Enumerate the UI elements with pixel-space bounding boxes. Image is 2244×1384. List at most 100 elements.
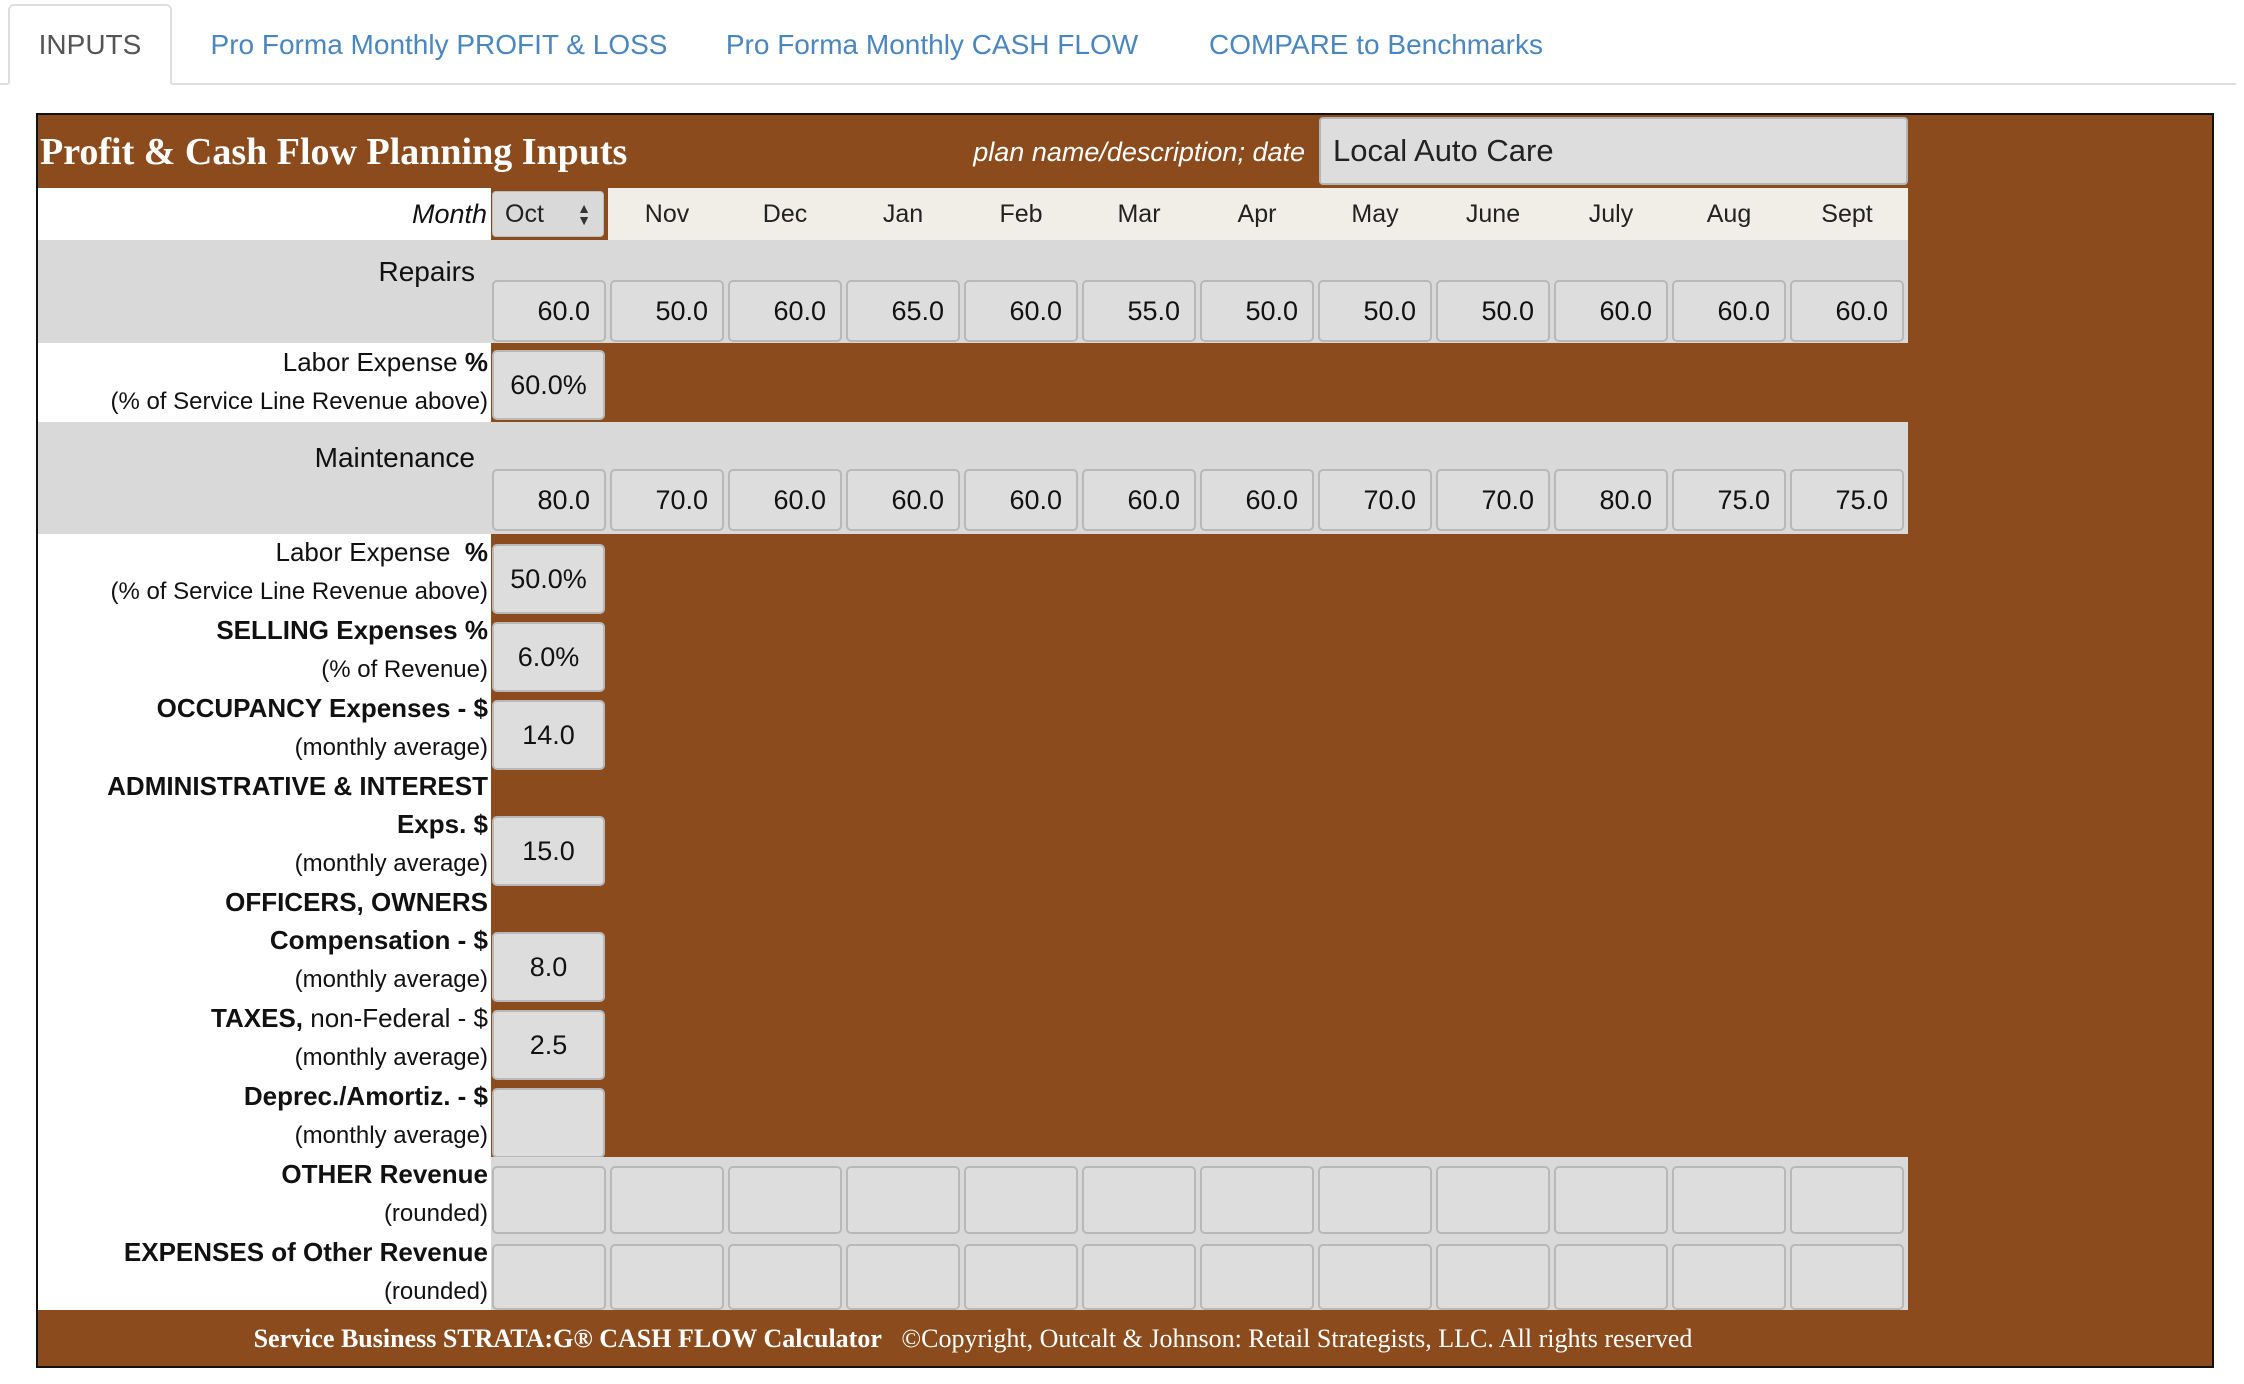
repairs-month-input-6[interactable]: 55.0 [1082, 280, 1196, 342]
month-label: Month [411, 198, 487, 229]
deprec-label: Deprec./Amortiz. - $ [243, 1081, 488, 1111]
other-expenses-month-input-6[interactable] [1082, 1244, 1196, 1310]
plan-name-input[interactable]: Local Auto Care [1319, 117, 1908, 185]
maintenance-month-input-11[interactable]: 75.0 [1672, 469, 1786, 531]
maintenance-month-input-3[interactable]: 60.0 [728, 469, 842, 531]
other-revenue-month-input-8[interactable] [1318, 1166, 1432, 1234]
month-header-2: Dec [762, 199, 808, 228]
footer-product-name: Service Business STRATA:G® CASH FLOW Cal… [253, 1324, 882, 1353]
repairs-month-input-2[interactable]: 50.0 [610, 280, 724, 342]
maintenance-month-input-6[interactable]: 60.0 [1082, 469, 1196, 531]
month-header-3: Jan [882, 199, 924, 228]
other-revenue-label: OTHER Revenue [281, 1159, 488, 1189]
maintenance-month-input-10[interactable]: 80.0 [1554, 469, 1668, 531]
other-expenses-label: EXPENSES of Other Revenue [123, 1237, 488, 1267]
page-title: Profit & Cash Flow Planning Inputs [40, 131, 628, 173]
selling-label: SELLING Expenses % [216, 615, 488, 645]
repairs-month-input-8[interactable]: 50.0 [1318, 280, 1432, 342]
maintenance-labor-label: Labor Expense % [275, 537, 488, 567]
other-expenses-month-input-4[interactable] [846, 1244, 960, 1310]
officers-input[interactable]: 8.0 [492, 932, 605, 1002]
taxes-sublabel: (monthly average) [294, 1044, 488, 1071]
selling-sublabel: (% of Revenue) [321, 656, 488, 683]
other-revenue-sublabel: (rounded) [383, 1200, 488, 1227]
start-month-value: Oct [505, 199, 544, 228]
other-revenue-month-input-2[interactable] [610, 1166, 724, 1234]
repairs-labor-label: Labor Expense % [282, 347, 488, 377]
admin-sublabel: (monthly average) [294, 850, 488, 877]
footer-copyright-text: ©Copyright, Outcalt & Johnson: Retail St… [901, 1324, 1693, 1353]
tab-compare-benchmarks[interactable]: COMPARE to Benchmarks [1188, 4, 1564, 85]
tab-inputs[interactable]: INPUTS [8, 4, 172, 85]
maintenance-month-input-4[interactable]: 60.0 [846, 469, 960, 531]
maintenance-month-input-8[interactable]: 70.0 [1318, 469, 1432, 531]
admin-label-line1: ADMINISTRATIVE & INTEREST [107, 771, 488, 801]
other-expenses-month-input-9[interactable] [1436, 1244, 1550, 1310]
deprec-input[interactable] [492, 1088, 605, 1158]
occupancy-sublabel: (monthly average) [294, 734, 488, 761]
other-revenue-month-input-9[interactable] [1436, 1166, 1550, 1234]
month-header-7: May [1351, 199, 1399, 228]
repairs-labor-input[interactable]: 60.0% [492, 350, 605, 420]
officers-label-line2: Compensation - $ [269, 925, 488, 955]
admin-input[interactable]: 15.0 [492, 816, 605, 886]
month-header-5: Mar [1117, 199, 1161, 228]
selling-input[interactable]: 6.0% [492, 622, 605, 692]
month-header-4: Feb [999, 199, 1043, 228]
maintenance-month-input-9[interactable]: 70.0 [1436, 469, 1550, 531]
repairs-month-input-10[interactable]: 60.0 [1554, 280, 1668, 342]
maintenance-labor-input[interactable]: 50.0% [492, 544, 605, 614]
month-header-6: Apr [1237, 199, 1277, 228]
other-expenses-month-input-8[interactable] [1318, 1244, 1432, 1310]
month-header-1: Nov [644, 199, 690, 228]
taxes-label: TAXES, non-Federal - $ [211, 1003, 488, 1033]
officers-sublabel: (monthly average) [294, 966, 488, 993]
other-revenue-month-input-3[interactable] [728, 1166, 842, 1234]
repairs-labor-sublabel: (% of Service Line Revenue above) [110, 388, 488, 415]
other-revenue-month-input-6[interactable] [1082, 1166, 1196, 1234]
other-revenue-month-input-12[interactable] [1790, 1166, 1904, 1234]
maintenance-month-input-1[interactable]: 80.0 [492, 469, 606, 531]
other-expenses-month-input-7[interactable] [1200, 1244, 1314, 1310]
occupancy-input[interactable]: 14.0 [492, 700, 605, 770]
other-expenses-month-input-11[interactable] [1672, 1244, 1786, 1310]
other-revenue-month-input-1[interactable] [492, 1166, 606, 1234]
maintenance-month-input-12[interactable]: 75.0 [1790, 469, 1904, 531]
tab-cash-flow[interactable]: Pro Forma Monthly CASH FLOW [708, 4, 1156, 85]
other-revenue-month-input-11[interactable] [1672, 1166, 1786, 1234]
other-expenses-sublabel: (rounded) [383, 1278, 488, 1305]
maintenance-month-input-2[interactable]: 70.0 [610, 469, 724, 531]
repairs-month-input-3[interactable]: 60.0 [728, 280, 842, 342]
maintenance-month-input-7[interactable]: 60.0 [1200, 469, 1314, 531]
other-revenue-month-input-4[interactable] [846, 1166, 960, 1234]
other-expenses-month-input-3[interactable] [728, 1244, 842, 1310]
maintenance-labor-sublabel: (% of Service Line Revenue above) [110, 578, 488, 605]
repairs-month-input-11[interactable]: 60.0 [1672, 280, 1786, 342]
taxes-input[interactable]: 2.5 [492, 1010, 605, 1080]
start-month-select[interactable]: Oct ▲ ▼ [492, 191, 604, 237]
deprec-sublabel: (monthly average) [294, 1122, 488, 1149]
maintenance-month-input-5[interactable]: 60.0 [964, 469, 1078, 531]
repairs-month-input-12[interactable]: 60.0 [1790, 280, 1904, 342]
other-revenue-month-input-10[interactable] [1554, 1166, 1668, 1234]
repairs-month-input-4[interactable]: 65.0 [846, 280, 960, 342]
repairs-month-input-5[interactable]: 60.0 [964, 280, 1078, 342]
chevron-up-down-icon: ▲ ▼ [577, 200, 591, 228]
month-header-11: Sept [1821, 199, 1873, 228]
other-expenses-month-input-2[interactable] [610, 1244, 724, 1310]
other-revenue-month-input-5[interactable] [964, 1166, 1078, 1234]
repairs-month-input-1[interactable]: 60.0 [492, 280, 606, 342]
admin-label-line2: Exps. $ [396, 809, 488, 839]
repairs-month-input-9[interactable]: 50.0 [1436, 280, 1550, 342]
other-revenue-month-input-7[interactable] [1200, 1166, 1314, 1234]
tab-profit-loss[interactable]: Pro Forma Monthly PROFIT & LOSS [196, 4, 682, 85]
month-header-9: July [1588, 199, 1634, 228]
other-expenses-month-input-12[interactable] [1790, 1244, 1904, 1310]
officers-label-line1: OFFICERS, OWNERS [225, 887, 488, 917]
other-expenses-month-input-1[interactable] [492, 1244, 606, 1310]
occupancy-label: OCCUPANCY Expenses - $ [156, 693, 488, 723]
other-expenses-month-input-5[interactable] [964, 1244, 1078, 1310]
repairs-month-input-7[interactable]: 50.0 [1200, 280, 1314, 342]
other-expenses-month-input-10[interactable] [1554, 1244, 1668, 1310]
month-header-10: Aug [1706, 199, 1752, 228]
